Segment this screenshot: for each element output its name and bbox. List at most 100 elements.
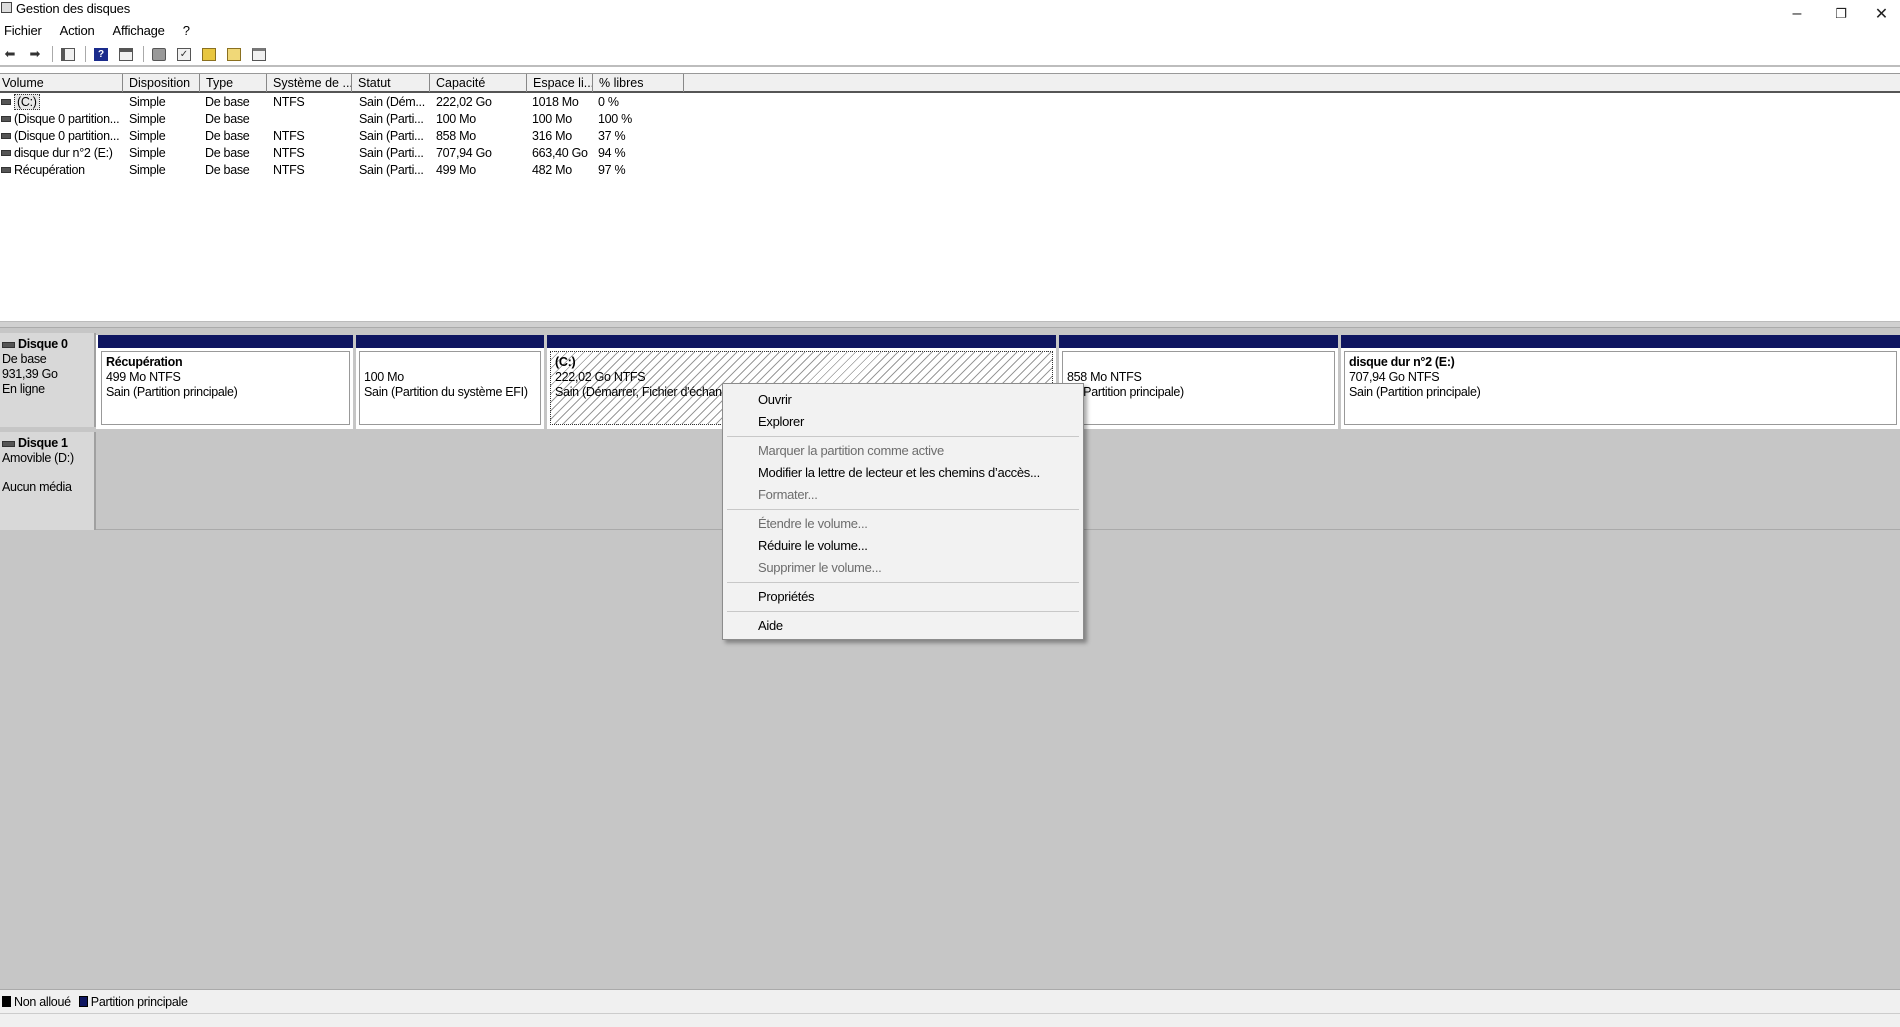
- partition-e[interactable]: disque dur n°2 (E:) 707,94 Go NTFS Sain …: [1341, 335, 1900, 429]
- column-header-free-space[interactable]: Espace li...: [527, 74, 593, 92]
- volume-layout: Simple: [129, 129, 166, 143]
- volume-filesystem: [273, 111, 351, 128]
- volume-status: Sain (Dém...: [359, 95, 425, 109]
- volume-type: De base: [205, 129, 250, 143]
- primary-swatch: [78, 996, 88, 1007]
- disk-icon: [2, 440, 15, 447]
- partition-status: Sain (Partition principale): [1349, 385, 1481, 399]
- volume-status: Sain (Parti...: [359, 163, 424, 177]
- table-row[interactable]: Récupération Simple De base NTFS Sain (P…: [0, 162, 700, 179]
- partition-status: in (Partition principale): [1067, 385, 1184, 399]
- disk-icon: [2, 341, 15, 348]
- volume-free-space: 100 Mo: [532, 112, 572, 126]
- volume-type: De base: [205, 95, 250, 109]
- volume-layout: Simple: [129, 146, 166, 160]
- disk-management-app-icon: [1, 2, 12, 13]
- disk0-label[interactable]: Disque 0 De base 931,39 Go En ligne: [0, 333, 96, 427]
- disk1-label[interactable]: Disque 1 Amovible (D:) Aucun média: [0, 432, 96, 530]
- menu-action[interactable]: Action: [60, 23, 95, 38]
- console-tree-icon[interactable]: [58, 45, 78, 63]
- forward-arrow-icon[interactable]: ➡: [25, 45, 45, 63]
- disk1-state: Aucun média: [2, 480, 72, 494]
- volume-free-space: 663,40 Go: [532, 146, 588, 160]
- rescan-icon[interactable]: [199, 45, 219, 63]
- menu-bar: Fichier Action Affichage ?: [0, 20, 1900, 40]
- volume-status: Sain (Parti...: [359, 112, 424, 126]
- menu-fichier[interactable]: Fichier: [4, 23, 42, 38]
- toolbar-separator: [50, 45, 54, 63]
- volume-disk-icon: [1, 116, 11, 122]
- menu-separator: [727, 436, 1079, 437]
- partition-efi[interactable]: 100 Mo Sain (Partition du système EFI): [356, 335, 547, 429]
- partition-858mo[interactable]: 858 Mo NTFS in (Partition principale): [1059, 335, 1341, 429]
- volume-capacity: 100 Mo: [436, 112, 476, 126]
- column-header-status[interactable]: Statut: [352, 74, 430, 92]
- volume-percent-free: 97 %: [598, 163, 626, 177]
- menu-item-open[interactable]: Ouvrir: [725, 389, 1081, 411]
- volume-free-space: 1018 Mo: [532, 95, 579, 109]
- disk1-name: Disque 1: [18, 436, 68, 450]
- back-arrow-icon[interactable]: ⬅: [0, 45, 20, 63]
- volume-type: De base: [205, 163, 250, 177]
- menu-item-format: Formater...: [758, 487, 818, 502]
- pane-splitter[interactable]: [0, 321, 1900, 328]
- legend-unallocated-label: Non alloué: [14, 994, 71, 1009]
- volume-percent-free: 94 %: [598, 146, 626, 160]
- column-header-capacity[interactable]: Capacité: [430, 74, 527, 92]
- volume-status: Sain (Parti...: [359, 129, 424, 143]
- attach-icon[interactable]: [224, 45, 244, 63]
- menu-item-properties[interactable]: Propriétés: [725, 586, 1081, 608]
- properties-icon[interactable]: [249, 45, 269, 63]
- partition-name: Récupération: [106, 355, 183, 369]
- volume-type: De base: [205, 112, 250, 126]
- legend-primary-label: Partition principale: [90, 994, 188, 1009]
- check-icon[interactable]: ✓: [174, 45, 194, 63]
- column-header-type[interactable]: Type: [200, 74, 267, 92]
- column-header-disposition[interactable]: Disposition: [123, 74, 200, 92]
- legend-primary: Partition principale: [78, 994, 188, 1009]
- partition-size: 858 Mo NTFS: [1067, 370, 1142, 384]
- menu-affichage[interactable]: Affichage: [113, 23, 165, 38]
- partition-recovery[interactable]: Récupération 499 Mo NTFS Sain (Partition…: [98, 335, 356, 429]
- disk1-type: Amovible (D:): [2, 451, 74, 465]
- disk0-type: De base: [2, 352, 47, 366]
- toolbar-separator: [141, 45, 145, 63]
- column-header-volume[interactable]: Volume: [0, 74, 123, 92]
- table-row[interactable]: (C:) Simple De base NTFS Sain (Dém... 22…: [0, 94, 700, 111]
- menu-item-delete-volume: Supprimer le volume...: [758, 560, 882, 575]
- menu-item-extend-volume: Étendre le volume...: [758, 516, 868, 531]
- context-menu: Ouvrir Explorer Marquer la partition com…: [722, 383, 1084, 640]
- action-pane-icon[interactable]: [116, 45, 136, 63]
- column-header-filesystem[interactable]: Système de ...: [267, 74, 352, 92]
- partition-status: Sain (Partition principale): [106, 385, 238, 399]
- table-row[interactable]: (Disque 0 partition... Simple De base Sa…: [0, 111, 700, 128]
- column-header-percent-free[interactable]: % libres: [593, 74, 684, 92]
- partition-size: 707,94 Go NTFS: [1349, 370, 1440, 384]
- menu-item-shrink-volume[interactable]: Réduire le volume...: [725, 535, 1081, 557]
- menu-item-mark-active: Marquer la partition comme active: [758, 443, 944, 458]
- connect-icon[interactable]: [149, 45, 169, 63]
- volume-capacity: 707,94 Go: [436, 146, 492, 160]
- menu-help[interactable]: ?: [183, 23, 190, 38]
- volume-capacity: 499 Mo: [436, 163, 476, 177]
- menu-item-explore[interactable]: Explorer: [725, 411, 1081, 433]
- table-row[interactable]: (Disque 0 partition... Simple De base NT…: [0, 128, 700, 145]
- volume-percent-free: 0 %: [598, 95, 619, 109]
- volume-disk-icon: [1, 133, 11, 139]
- volume-disk-icon: [1, 167, 11, 173]
- disk0-size: 931,39 Go: [2, 367, 58, 381]
- status-bar: [0, 1013, 1900, 1027]
- disk0-name: Disque 0: [18, 337, 68, 351]
- menu-item-change-drive-letter[interactable]: Modifier la lettre de lecteur et les che…: [725, 462, 1081, 484]
- toolbar-separator: [83, 45, 87, 63]
- menu-item-help[interactable]: Aide: [725, 615, 1081, 637]
- table-row[interactable]: disque dur n°2 (E:) Simple De base NTFS …: [0, 145, 700, 162]
- help-icon[interactable]: ?: [91, 45, 111, 63]
- volume-list: Volume Disposition Type Système de ... S…: [0, 73, 1900, 321]
- primary-partition-bar: [1341, 335, 1900, 348]
- volume-name: Récupération: [14, 163, 85, 177]
- unallocated-swatch: [2, 996, 11, 1007]
- toolbar: ⬅ ➡ ? ✓: [0, 43, 1900, 67]
- legend-unallocated: Non alloué: [2, 995, 71, 1009]
